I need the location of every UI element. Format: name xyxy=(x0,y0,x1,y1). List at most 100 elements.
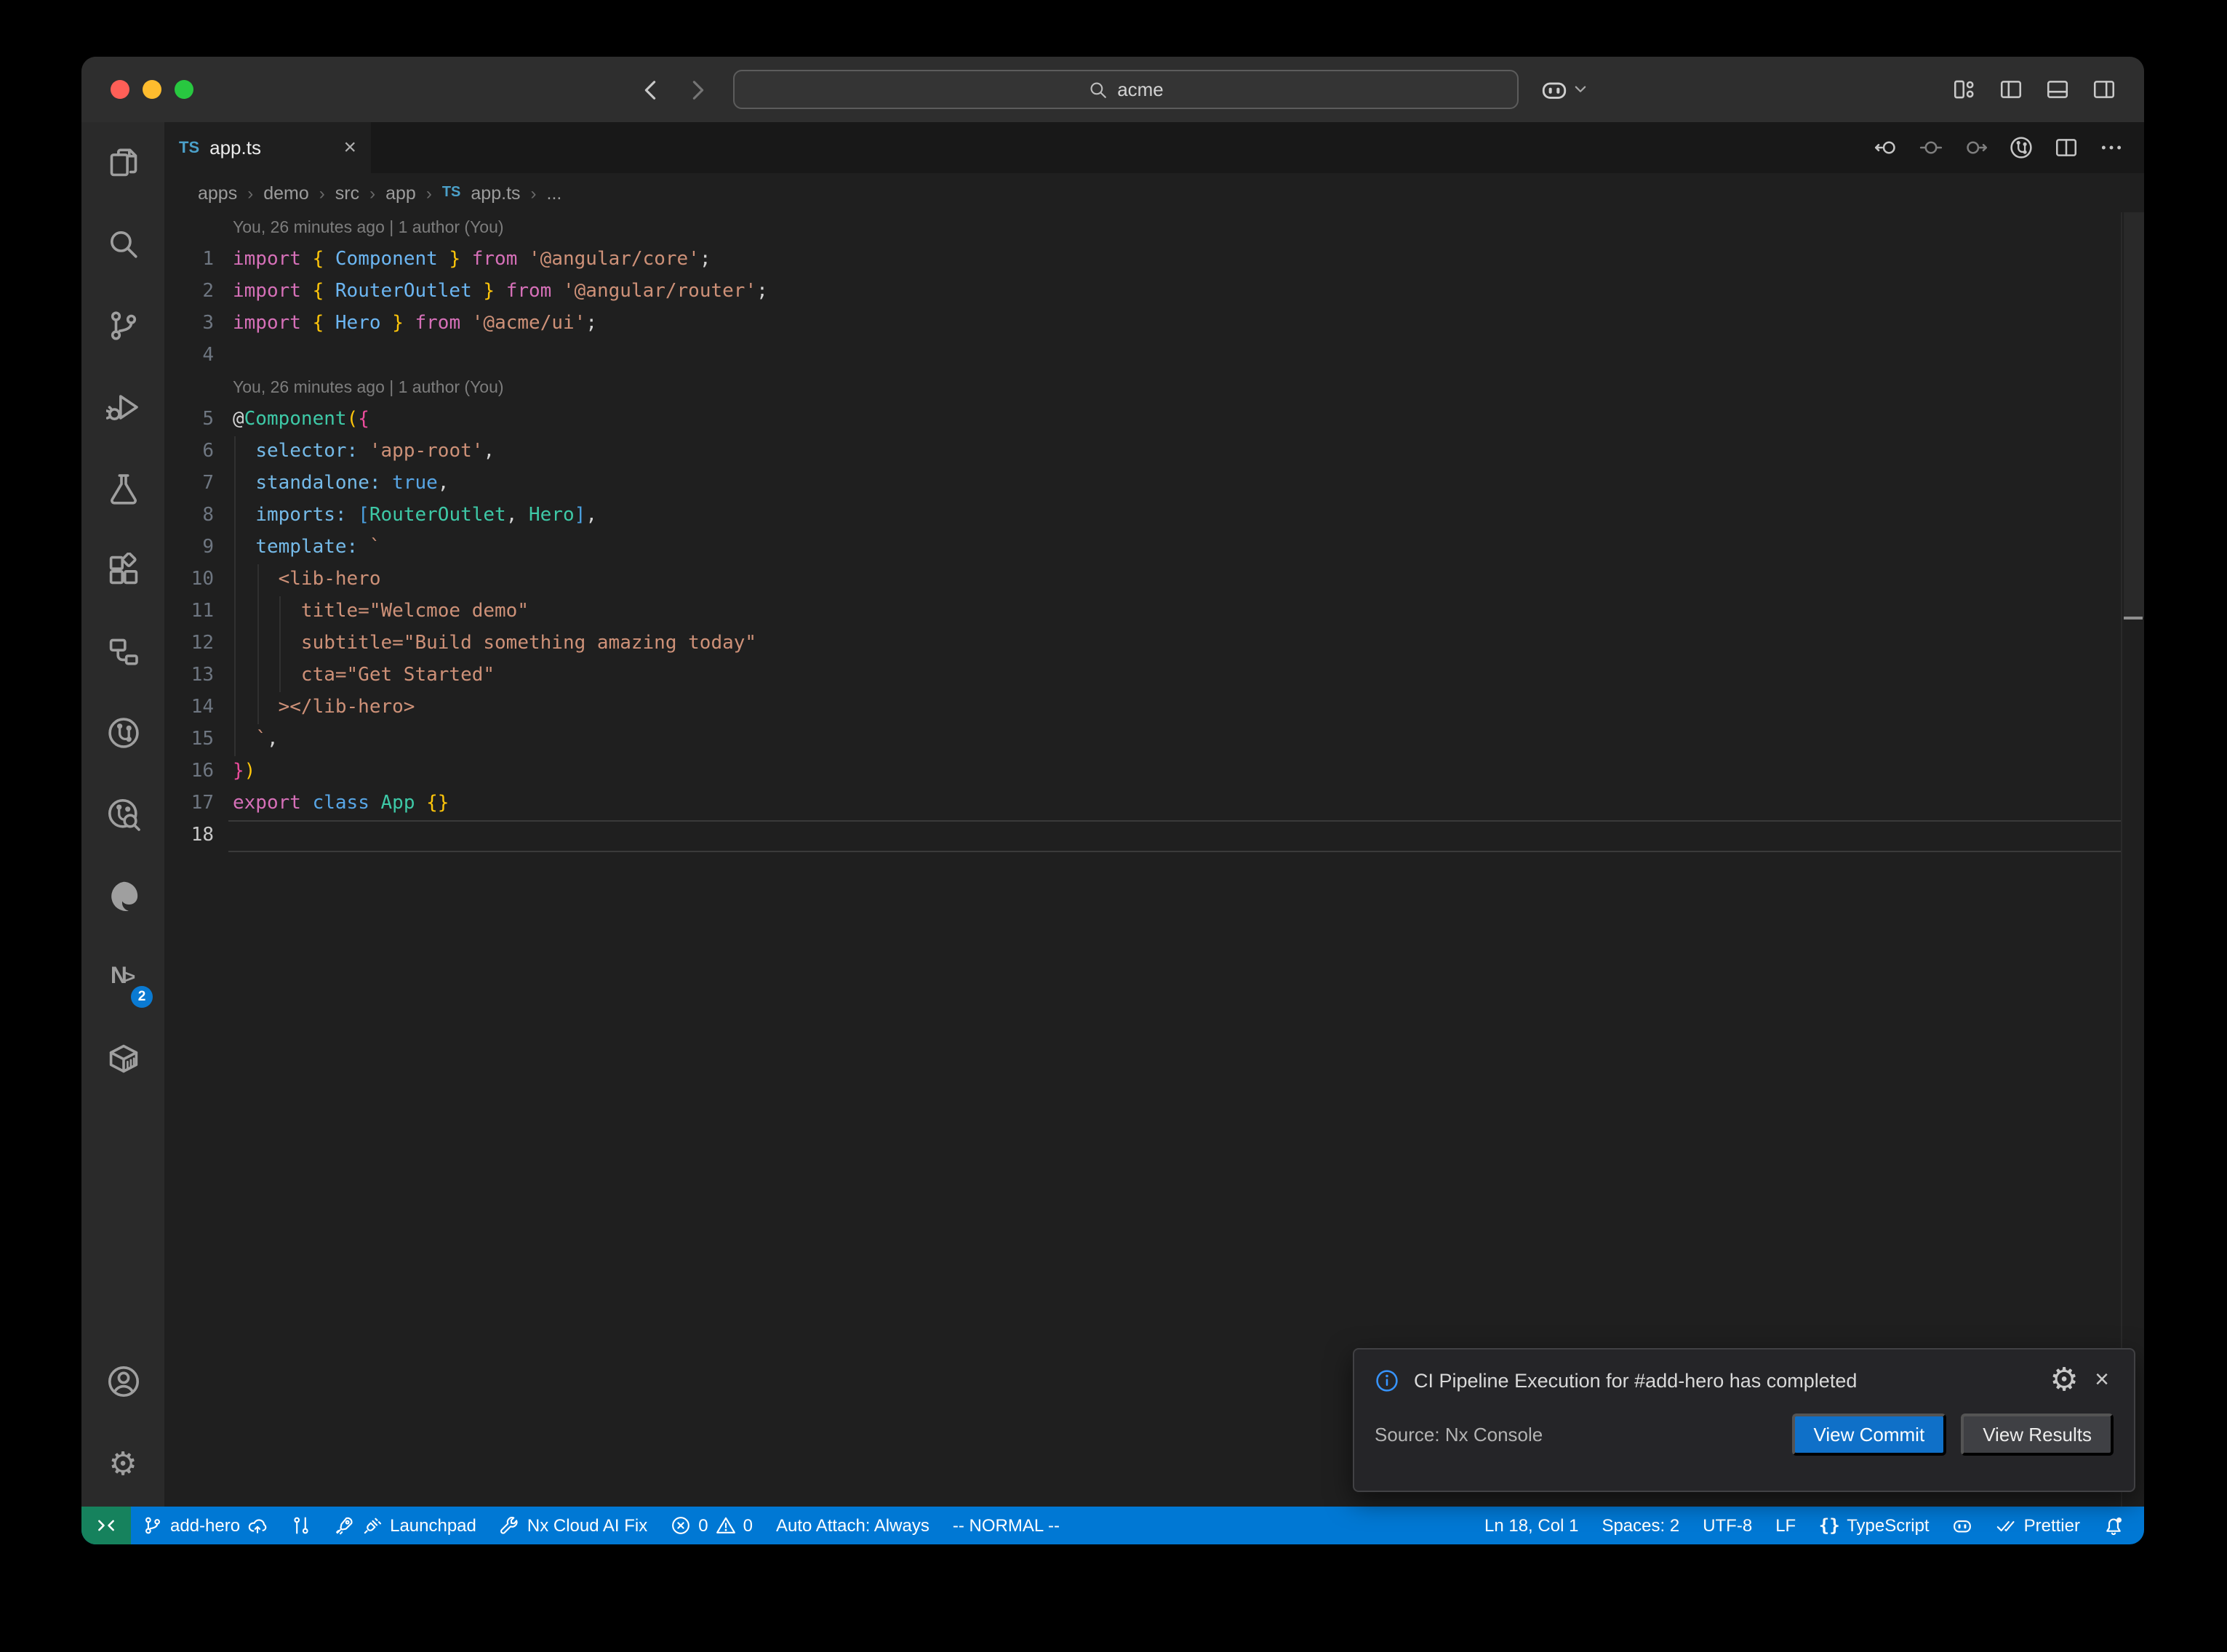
more-actions-button[interactable] xyxy=(2099,135,2124,160)
close-window-button[interactable] xyxy=(111,80,129,99)
status-text: UTF-8 xyxy=(1703,1515,1752,1536)
breadcrumb-item[interactable]: apps xyxy=(198,183,237,203)
tab-app-ts[interactable]: TS app.ts × xyxy=(164,122,371,173)
line-number: 10 xyxy=(164,564,233,596)
status-indentation[interactable]: Spaces: 2 xyxy=(1590,1507,1691,1544)
sidebar-item-extensions[interactable] xyxy=(81,529,164,611)
open-previous-change-button[interactable] xyxy=(1874,135,1898,160)
breadcrumb-item[interactable]: demo xyxy=(263,183,309,203)
code-line[interactable]: 13 cta="Get Started" xyxy=(164,660,2144,692)
status-auto-attach[interactable]: Auto Attach: Always xyxy=(764,1507,941,1544)
code-line[interactable]: 15 `, xyxy=(164,724,2144,756)
toggle-primary-sidebar-button[interactable] xyxy=(1999,77,2023,102)
indent-guide xyxy=(257,564,259,724)
line-content: `, xyxy=(233,724,279,756)
notification-close-icon[interactable]: × xyxy=(2090,1369,2114,1392)
code-line[interactable]: 1import { Component } from '@angular/cor… xyxy=(164,244,2144,276)
line-content: subtitle="Build something amazing today" xyxy=(233,628,756,660)
code-line[interactable]: 17export class App {} xyxy=(164,788,2144,820)
sidebar-item-containers[interactable] xyxy=(81,1018,164,1099)
customize-layout-button[interactable] xyxy=(1952,77,1977,102)
commit-graph-button[interactable] xyxy=(2009,135,2034,160)
sidebar-item-run-and-debug[interactable] xyxy=(81,366,164,448)
status-copilot-status[interactable] xyxy=(1941,1507,1985,1544)
status-prettier[interactable]: Prettier xyxy=(1985,1507,2092,1544)
line-content: }) xyxy=(233,756,255,788)
status-nx-cloud-ai-fix[interactable]: Nx Cloud AI Fix xyxy=(488,1507,659,1544)
editor-scrollbar[interactable] xyxy=(2121,212,2144,1507)
minimize-window-button[interactable] xyxy=(143,80,161,99)
status-git-branch[interactable]: add-hero xyxy=(131,1507,279,1544)
status-language-mode[interactable]: {}TypeScript xyxy=(1807,1507,1940,1544)
indent-guide xyxy=(279,596,281,692)
code-line[interactable]: 11 title="Welcmoe demo" xyxy=(164,596,2144,628)
view-commit-button[interactable]: View Commit xyxy=(1792,1414,1947,1456)
vscode-window: acme N>2 ⚙ TS app.ts × xyxy=(81,57,2144,1544)
view-results-button[interactable]: View Results xyxy=(1961,1414,2114,1456)
navigate-back-icon[interactable] xyxy=(637,76,663,103)
remote-indicator[interactable] xyxy=(81,1507,131,1544)
status-launchpad[interactable]: Launchpad xyxy=(323,1507,488,1544)
error-icon xyxy=(671,1515,691,1536)
sidebar-item-references[interactable] xyxy=(81,611,164,692)
sidebar-item-explorer[interactable] xyxy=(81,122,164,204)
line-number: 7 xyxy=(164,468,233,500)
blame-annotation: You, 26 minutes ago | 1 author (You) xyxy=(233,372,504,404)
status-bar-right: Ln 18, Col 1Spaces: 2 UTF-8 LF{}TypeScript… xyxy=(1473,1507,2144,1544)
status-cursor-position[interactable]: Ln 18, Col 1 xyxy=(1473,1507,1590,1544)
git-branch-icon xyxy=(105,308,140,343)
command-center-search[interactable]: acme xyxy=(733,70,1519,109)
status-eol[interactable]: LF xyxy=(1764,1507,1807,1544)
cloud-upload-icon xyxy=(247,1515,268,1536)
line-number: 18 xyxy=(164,820,233,852)
navigate-forward-icon[interactable] xyxy=(685,76,711,103)
scrollbar-slider[interactable] xyxy=(2124,212,2144,618)
code-line[interactable]: 12 subtitle="Build something amazing tod… xyxy=(164,628,2144,660)
sidebar-item-gitlens[interactable] xyxy=(81,692,164,774)
code-line[interactable]: 7 standalone: true, xyxy=(164,468,2144,500)
status-vim-mode[interactable]: -- NORMAL -- xyxy=(941,1507,1071,1544)
code-line[interactable]: 8 imports: [RouterOutlet, Hero], xyxy=(164,500,2144,532)
status-problems[interactable]: 00 xyxy=(659,1507,764,1544)
sidebar-item-accounts[interactable] xyxy=(81,1344,164,1425)
breadcrumb-item[interactable]: app xyxy=(385,183,416,203)
code-line[interactable]: 4 xyxy=(164,340,2144,372)
account-icon xyxy=(105,1363,140,1398)
breadcrumb-item[interactable]: src xyxy=(335,183,359,203)
open-next-change-button[interactable] xyxy=(1964,135,1988,160)
code-line[interactable]: 6 selector: 'app-root', xyxy=(164,436,2144,468)
breadcrumb-more[interactable]: ... xyxy=(547,183,562,203)
sidebar-item-search[interactable] xyxy=(81,204,164,285)
status-notifications-bell[interactable] xyxy=(2092,1507,2135,1544)
toggle-secondary-sidebar-button[interactable] xyxy=(2092,77,2116,102)
code-line[interactable]: 9 template: ` xyxy=(164,532,2144,564)
sidebar-item-source-control[interactable] xyxy=(81,285,164,366)
zoom-window-button[interactable] xyxy=(175,80,193,99)
status-encoding[interactable]: UTF-8 xyxy=(1691,1507,1764,1544)
sidebar-item-nx-console[interactable]: N>2 xyxy=(81,937,164,1018)
copilot-menu[interactable] xyxy=(1540,76,1588,103)
info-icon xyxy=(1375,1368,1399,1393)
sidebar-item-gitlens-inspect[interactable] xyxy=(81,774,164,855)
code-line[interactable]: 10 <lib-hero xyxy=(164,564,2144,596)
close-tab-icon[interactable]: × xyxy=(343,137,356,159)
code-line[interactable]: 16}) xyxy=(164,756,2144,788)
breadcrumb-separator: › xyxy=(369,183,375,203)
code-line[interactable]: 2import { RouterOutlet } from '@angular/… xyxy=(164,276,2144,308)
search-value: acme xyxy=(1117,79,1164,100)
open-change-button[interactable] xyxy=(1919,135,1943,160)
sidebar-item-edge-tools[interactable] xyxy=(81,855,164,937)
notification-settings-icon[interactable]: ⚙ xyxy=(2052,1369,2076,1392)
code-editor[interactable]: You, 26 minutes ago | 1 author (You)1imp… xyxy=(164,212,2144,1507)
sidebar-item-settings[interactable]: ⚙ xyxy=(81,1425,164,1507)
breadcrumb-file[interactable]: app.ts xyxy=(471,183,520,203)
code-line[interactable]: 5@Component({ xyxy=(164,404,2144,436)
code-line[interactable]: 3import { Hero } from '@acme/ui'; xyxy=(164,308,2144,340)
sidebar-item-testing[interactable] xyxy=(81,448,164,529)
blame-annotation: You, 26 minutes ago | 1 author (You) xyxy=(233,212,504,244)
status-compare-changes[interactable] xyxy=(279,1507,323,1544)
split-editor-button[interactable] xyxy=(2054,135,2079,160)
titlebar: acme xyxy=(81,57,2144,122)
code-line[interactable]: 14 ></lib-hero> xyxy=(164,692,2144,724)
toggle-panel-button[interactable] xyxy=(2045,77,2070,102)
